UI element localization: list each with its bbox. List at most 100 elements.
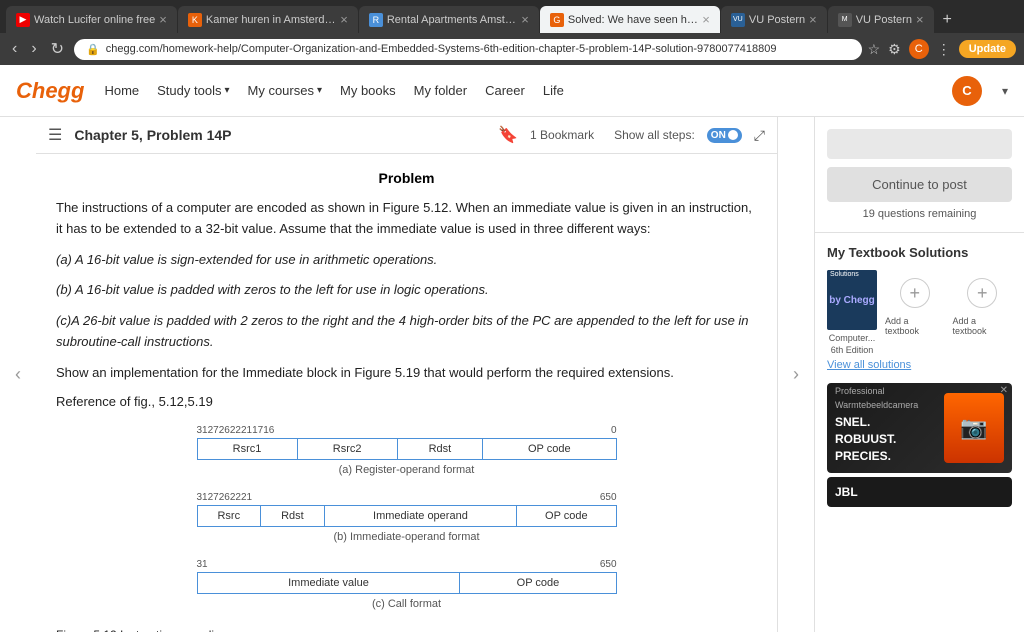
tab-close-6[interactable]: × bbox=[916, 12, 924, 27]
tab-favicon-5: VU bbox=[731, 13, 745, 27]
textbook-card: Solutions by Chegg Computer... 6th Editi… bbox=[827, 270, 877, 355]
format-label-a: (a) Register-operand format bbox=[197, 464, 617, 476]
nav-link-courses[interactable]: My courses ▾ bbox=[248, 83, 323, 98]
tab-title-5: VU Postern bbox=[749, 14, 805, 26]
rdst-cell: Rdst bbox=[397, 438, 482, 459]
bit-numbers-a: 312726222117160 bbox=[197, 425, 617, 436]
tab-close-3[interactable]: × bbox=[521, 12, 529, 27]
nav-link-life[interactable]: Life bbox=[543, 83, 564, 98]
nav-link-courses-label: My courses bbox=[248, 83, 314, 98]
continue-to-post-button[interactable]: Continue to post bbox=[827, 167, 1012, 202]
show-steps-toggle[interactable]: ON bbox=[707, 128, 742, 143]
opcode-cell-b: OP code bbox=[517, 505, 616, 526]
reference-text: Reference of fig., 5.12,5.19 bbox=[56, 394, 757, 409]
prev-solution-button[interactable]: ‹ bbox=[0, 117, 36, 632]
bookmark-count[interactable]: 1 Bookmark bbox=[530, 128, 594, 142]
textbook-img[interactable]: Solutions by Chegg bbox=[827, 270, 877, 330]
list-view-icon[interactable]: ☰ bbox=[48, 125, 62, 145]
tab-title-3: Rental Apartments Amster... bbox=[387, 14, 517, 26]
tab-2[interactable]: K Kamer huren in Amsterdam × bbox=[178, 6, 358, 33]
problem-text-3: (b) A 16-bit value is padded with zeros … bbox=[56, 280, 757, 301]
tab-4[interactable]: G Solved: We have seen how... × bbox=[540, 6, 720, 33]
textbook-section: My Textbook Solutions Solutions by Chegg… bbox=[815, 233, 1024, 519]
solution-body: Problem The instructions of a computer a… bbox=[36, 154, 777, 632]
tab-bar: ▶ Watch Lucifer online free × K Kamer hu… bbox=[0, 0, 1024, 33]
bosch-tagline1: Professional bbox=[835, 386, 885, 396]
nav-link-home[interactable]: Home bbox=[104, 83, 139, 98]
nav-link-folder[interactable]: My folder bbox=[414, 83, 467, 98]
tab-favicon-4: G bbox=[550, 13, 564, 27]
opcode-cell-a: OP code bbox=[483, 438, 616, 459]
extension-icon[interactable]: ⚙ bbox=[888, 41, 901, 58]
format-label-c: (c) Call format bbox=[197, 598, 617, 610]
tab-close-4[interactable]: × bbox=[702, 12, 710, 27]
nav-links: Home Study tools ▾ My courses ▾ My books… bbox=[104, 83, 932, 98]
add-textbook-2[interactable]: + Add a textbook bbox=[953, 270, 1013, 336]
textbook-solutions: Solutions by Chegg Computer... 6th Editi… bbox=[827, 270, 1012, 355]
rsrc1-cell: Rsrc1 bbox=[197, 438, 297, 459]
imm-operand-cell: Immediate operand bbox=[324, 505, 516, 526]
page: Chegg Home Study tools ▾ My courses ▾ My… bbox=[0, 65, 1024, 632]
problem-em-3: (b) A 16-bit value is padded with zeros … bbox=[56, 282, 489, 297]
diagram-imm-operand: 3127262221650 Rsrc Rdst Immediate operan… bbox=[197, 492, 617, 543]
tab-close-2[interactable]: × bbox=[340, 12, 348, 27]
next-solution-button[interactable]: › bbox=[778, 117, 814, 632]
nav-link-books[interactable]: My books bbox=[340, 83, 396, 98]
tab-close-5[interactable]: × bbox=[809, 12, 817, 27]
opcode-cell-c: OP code bbox=[460, 572, 616, 593]
refresh-button[interactable]: ↻ bbox=[47, 37, 68, 61]
add-textbook-label-1: Add a textbook bbox=[885, 316, 945, 336]
address-bar[interactable]: 🔒 chegg.com/homework-help/Computer-Organ… bbox=[74, 39, 862, 60]
tab-favicon-1: ▶ bbox=[16, 13, 30, 27]
imm-operand-table: Rsrc Rdst Immediate operand OP code bbox=[197, 505, 617, 527]
forward-button[interactable]: › bbox=[27, 38, 40, 60]
nav-link-study-tools[interactable]: Study tools ▾ bbox=[157, 83, 229, 98]
nav-link-books-label: My books bbox=[340, 83, 396, 98]
problem-em-4: (c)A 26-bit value is padded with 2 zeros… bbox=[56, 313, 749, 349]
star-icon[interactable]: ☆ bbox=[868, 41, 881, 58]
ad-close-icon[interactable]: ✕ bbox=[1000, 385, 1008, 396]
nav-link-career[interactable]: Career bbox=[485, 83, 525, 98]
tab-close-1[interactable]: × bbox=[159, 12, 167, 27]
new-tab-button[interactable]: + bbox=[935, 7, 960, 33]
nav-link-home-label: Home bbox=[104, 83, 139, 98]
add-textbook-1[interactable]: + Add a textbook bbox=[885, 270, 945, 336]
solutions-badge: Solutions bbox=[827, 270, 862, 279]
bosch-slogan: SNEL. ROBUUST. PRECIES. bbox=[835, 414, 896, 464]
update-button[interactable]: Update bbox=[959, 40, 1016, 58]
show-steps-label: Show all steps: bbox=[614, 128, 695, 142]
user-chevron-icon[interactable]: ▾ bbox=[1002, 84, 1008, 98]
camera-icon: 📷 bbox=[960, 415, 987, 441]
bookmark-outline-icon[interactable]: 🔖 bbox=[498, 125, 518, 145]
lock-icon: 🔒 bbox=[86, 43, 100, 56]
tab-6[interactable]: M VU Postern × bbox=[828, 6, 934, 33]
back-button[interactable]: ‹ bbox=[8, 38, 21, 60]
bosch-slogan3: PRECIES. bbox=[835, 449, 891, 463]
figure-label: Figure 5.12 Instruction encoding. bbox=[56, 626, 757, 632]
expand-icon[interactable]: ⤢ bbox=[754, 127, 765, 144]
rsrc-cell: Rsrc bbox=[197, 505, 261, 526]
tab-favicon-3: R bbox=[369, 13, 383, 27]
menu-icon[interactable]: ⋮ bbox=[937, 41, 951, 58]
nav-link-folder-label: My folder bbox=[414, 83, 467, 98]
problem-label: Problem bbox=[56, 170, 757, 186]
tab-5[interactable]: VU VU Postern × bbox=[721, 6, 827, 33]
chegg-nav: Chegg Home Study tools ▾ My courses ▾ My… bbox=[0, 65, 1024, 117]
rsrc2-cell: Rsrc2 bbox=[297, 438, 397, 459]
textbook-section-title: My Textbook Solutions bbox=[827, 245, 1012, 260]
profile-icon[interactable]: C bbox=[909, 39, 929, 59]
tab-favicon-2: K bbox=[188, 13, 202, 27]
user-avatar[interactable]: C bbox=[952, 76, 982, 106]
tab-3[interactable]: R Rental Apartments Amster... × bbox=[359, 6, 539, 33]
toggle-circle bbox=[728, 130, 738, 140]
imm-value-cell: Immediate value bbox=[197, 572, 460, 593]
tab-1[interactable]: ▶ Watch Lucifer online free × bbox=[6, 6, 177, 33]
address-bar-row: ‹ › ↻ 🔒 chegg.com/homework-help/Computer… bbox=[0, 33, 1024, 65]
view-all-solutions-link[interactable]: View all solutions bbox=[827, 359, 1012, 371]
rdst-cell-b: Rdst bbox=[261, 505, 325, 526]
chegg-logo[interactable]: Chegg bbox=[16, 78, 84, 104]
problem-em-2: (a) A 16-bit value is sign-extended for … bbox=[56, 252, 437, 267]
browser-chrome: ▶ Watch Lucifer online free × K Kamer hu… bbox=[0, 0, 1024, 65]
study-tools-chevron-icon: ▾ bbox=[224, 85, 229, 96]
textbook-edition: 6th Edition bbox=[831, 345, 874, 355]
